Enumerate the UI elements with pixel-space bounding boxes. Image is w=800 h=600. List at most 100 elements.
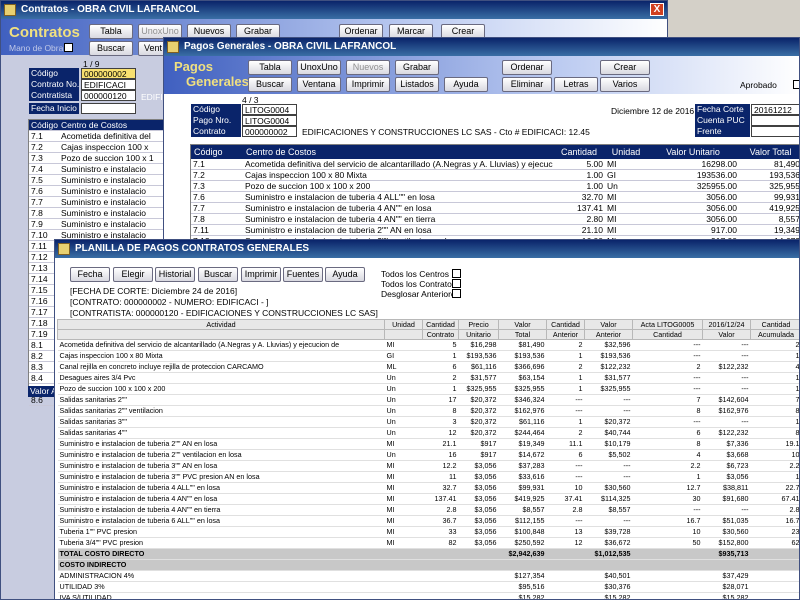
w3-table-row[interactable]: Suministro e instalacion de tuberia 4 AN… [57, 504, 799, 516]
w2-crear-button[interactable]: Crear [600, 60, 650, 75]
w2-table-row[interactable]: 7.3 Pozo de succion 100 x 100 x 200 1.00 Un… [191, 180, 799, 192]
w3-ayuda-button[interactable]: Ayuda [325, 267, 365, 282]
w2-pago-field[interactable]: LITOG0004 [242, 115, 297, 126]
w2-table-row[interactable]: 7.1 Acometida definitiva del servicio de … [191, 159, 799, 170]
w2-aprobado-checkbox[interactable] [793, 80, 799, 89]
w1-table-row[interactable]: 7.4 Suministro e instalacio [29, 163, 169, 176]
w2-buscar-button[interactable]: Buscar [248, 77, 292, 92]
w1-tabla-button[interactable]: Tabla [89, 24, 133, 39]
w2-centro-cell: Suministro e instalacion de tuberia 4 AN… [243, 213, 553, 225]
w1-table-row[interactable]: 7.5 Suministro e instalacio [29, 174, 169, 187]
w3-historial-button[interactable]: Historial [155, 267, 195, 282]
w3-table-row[interactable]: Suministro e instalacion de tuberia 4 AL… [57, 482, 799, 494]
w3-table-row[interactable]: Desagues aires 3/4 Pvc Un 2 $31,577 $63,154 1… [57, 372, 799, 384]
w3-cell: --- [584, 394, 633, 406]
w3-table-row[interactable]: Suministro e instalacion de tuberia 3"" … [57, 460, 799, 472]
w1-table-row[interactable]: 7.7 Suministro e instalacio [29, 196, 169, 209]
w1-table-row[interactable]: 7.2 Cajas inspeccion 100 x [29, 141, 169, 154]
contratos-title-bar[interactable]: Contratos - OBRA CIVIL LAFRANCOL X [1, 1, 667, 19]
w3-cell: Suministro e instalacion de tuberia 4 AN… [57, 504, 385, 516]
w3-buscar-button[interactable]: Buscar [198, 267, 238, 282]
w3-table-row[interactable]: Salidas sanitarias 3"" Un 3 $20,372 $61,116 1… [57, 416, 799, 428]
w1-table-row[interactable]: 7.9 Suministro e instalacio [29, 218, 169, 231]
w3-fuentes-button[interactable]: Fuentes [283, 267, 323, 282]
w2-table-row[interactable]: 7.7 Suministro e instalacion de tuberia 4… [191, 202, 799, 214]
w2-ventana-button[interactable]: Ventana [297, 77, 341, 92]
w1-table-row[interactable]: 7.3 Pozo de succion 100 x 1 [29, 152, 169, 165]
w3-table-row[interactable]: Salidas sanitarias 4"" Un 12 $20,372 $244,46… [57, 427, 799, 439]
w3-table-row[interactable]: Suministro e instalacion de tuberia 3"" … [57, 471, 799, 483]
w3-table-row[interactable]: Pozo de succion 100 x 100 x 200 Un 1 $325,9… [57, 383, 799, 395]
w3-cell: $61,116 [458, 361, 499, 373]
w1-buscar-button[interactable]: Buscar [89, 41, 133, 56]
w2-contrato-field[interactable]: 000000002 [242, 126, 297, 137]
w2-nuevos-button[interactable]: Nuevos [346, 60, 390, 75]
w2-ayuda-button[interactable]: Ayuda [444, 77, 488, 92]
w3-fecha-button[interactable]: Fecha [70, 267, 110, 282]
fecha-inicio-field[interactable] [81, 103, 136, 114]
w3-cell: $30,560 [702, 526, 751, 538]
w2-unidad-cell: MI [605, 213, 647, 225]
w3-imprimir-button[interactable]: Imprimir [241, 267, 281, 282]
w2-fecha-corte-field[interactable]: 20161212 [751, 104, 799, 115]
w3-cell: 2 [632, 361, 703, 373]
todos-contratos-checkbox[interactable] [452, 279, 461, 288]
planilla-title-bar[interactable]: PLANILLA DE PAGOS CONTRATOS GENERALES [55, 240, 799, 258]
w3-cell: 67.41 [750, 493, 799, 505]
w3-total-row[interactable]: TOTAL COSTO DIRECTO $2,942,639 $1,012,535 $… [57, 548, 799, 560]
w3-table-row[interactable]: Tuberia 1"" PVC presion MI 33 $3,056 $100,84… [57, 526, 799, 538]
w3-table-row[interactable]: Suministro e instalacion de tuberia 2"" … [57, 438, 799, 450]
w1-codigo-cell: 7.6 [29, 185, 59, 198]
w3-table-row[interactable]: ADMINISTRACION 4% $127,354 $40,501 $37,429 [57, 570, 799, 582]
w3-table-row[interactable]: Tuberia 3/4"" PVC presion MI 82 $3,056 $250,… [57, 537, 799, 549]
w2-frente-field[interactable] [751, 126, 799, 137]
w3-cell: Suministro e instalacion de tuberia 3"" … [57, 471, 385, 483]
w1-contrato-field[interactable]: EDIFICACI [81, 79, 136, 90]
w3-table-row[interactable]: Suministro e instalacion de tuberia 6 AL… [57, 515, 799, 527]
w2-codigo-field[interactable]: LITOG0004 [242, 104, 297, 115]
w2-letras-button[interactable]: Letras [554, 77, 598, 92]
w3-cell: $1,012,535 [584, 548, 633, 560]
contratos-heading: Contratos [9, 24, 80, 41]
w2-table-row[interactable]: 7.8 Suministro e instalacion de tuberia 4… [191, 213, 799, 225]
w3-table-row[interactable]: Canal rejilla en concreto incluye rejill… [57, 361, 799, 373]
w2-eliminar-button[interactable]: Eliminar [502, 77, 552, 92]
w3-cell: MI [384, 537, 423, 549]
w3-table-row[interactable]: Cajas inspeccion 100 x 80 Mixta GI 1 $193,5… [57, 350, 799, 362]
w2-varios-button[interactable]: Varios [600, 77, 650, 92]
w3-cell: GI [384, 350, 423, 362]
w2-table-row[interactable]: 7.11 Suministro e instalacion de tuberia … [191, 224, 799, 236]
w2-cuenta-puc-field[interactable] [751, 115, 799, 126]
todos-centros-label: Todos los Centros [381, 269, 450, 279]
todos-centros-checkbox[interactable] [452, 269, 461, 278]
w3-elegir-button[interactable]: Elegir [113, 267, 153, 282]
w2-imprimir-button[interactable]: Imprimir [346, 77, 390, 92]
w2-grabar-button[interactable]: Grabar [395, 60, 439, 75]
w3-table-row[interactable]: UTILIDAD 3% $95,516 $30,376 $28,071 [57, 581, 799, 593]
w3-table-row[interactable]: IVA S/UTILIDAD $15,282 $15,282 $15,282 [57, 592, 799, 599]
w3-table-row[interactable]: Acometida definitiva del servicio de alc… [57, 339, 799, 351]
w2-ordenar-button[interactable]: Ordenar [502, 60, 552, 75]
w1-table-row[interactable]: 7.1 Acometida definitiva del [29, 130, 169, 143]
w3-table-row[interactable]: Salidas sanitarias 2"" Un 17 $20,372 $346,32… [57, 394, 799, 406]
w2-tabla-button[interactable]: Tabla [248, 60, 292, 75]
pagos-title-bar[interactable]: Pagos Generales - OBRA CIVIL LAFRANCOL [164, 38, 799, 56]
close-button[interactable]: X [650, 3, 664, 16]
w2-listados-button[interactable]: Listados [395, 77, 439, 92]
w3-cell: --- [546, 405, 585, 417]
w3-table-row[interactable]: Suministro e instalacion de tuberia 2"" … [57, 449, 799, 461]
w1-table-row[interactable]: 7.6 Suministro e instalacio [29, 185, 169, 198]
w3-table-row[interactable]: Salidas sanitarias 2"" ventilacion Un 8 $20… [57, 405, 799, 417]
w1-contratista-field[interactable]: 000000120 [81, 90, 136, 101]
w1-table-row[interactable]: 7.8 Suministro e instalacio [29, 207, 169, 220]
w1-codigo-cell: 7.5 [29, 174, 59, 187]
todos-contratos-label: Todos los Contratos [381, 279, 457, 289]
mano-obra-checkbox[interactable] [64, 43, 73, 52]
w2-unoxuno-button[interactable]: UnoxUno [297, 60, 341, 75]
w2-table-row[interactable]: 7.2 Cajas inspeccion 100 x 80 Mixta 1.00 GI… [191, 169, 799, 181]
w2-table-row[interactable]: 7.6 Suministro e instalacion de tuberia 4… [191, 191, 799, 203]
desglosar-checkbox[interactable] [452, 289, 461, 298]
w3-table-row[interactable]: Suministro e instalacion de tuberia 4 AN… [57, 493, 799, 505]
w1-field-label-contratista: Contratista [29, 90, 79, 101]
w1-codigo-field[interactable]: 000000002 [81, 68, 136, 79]
